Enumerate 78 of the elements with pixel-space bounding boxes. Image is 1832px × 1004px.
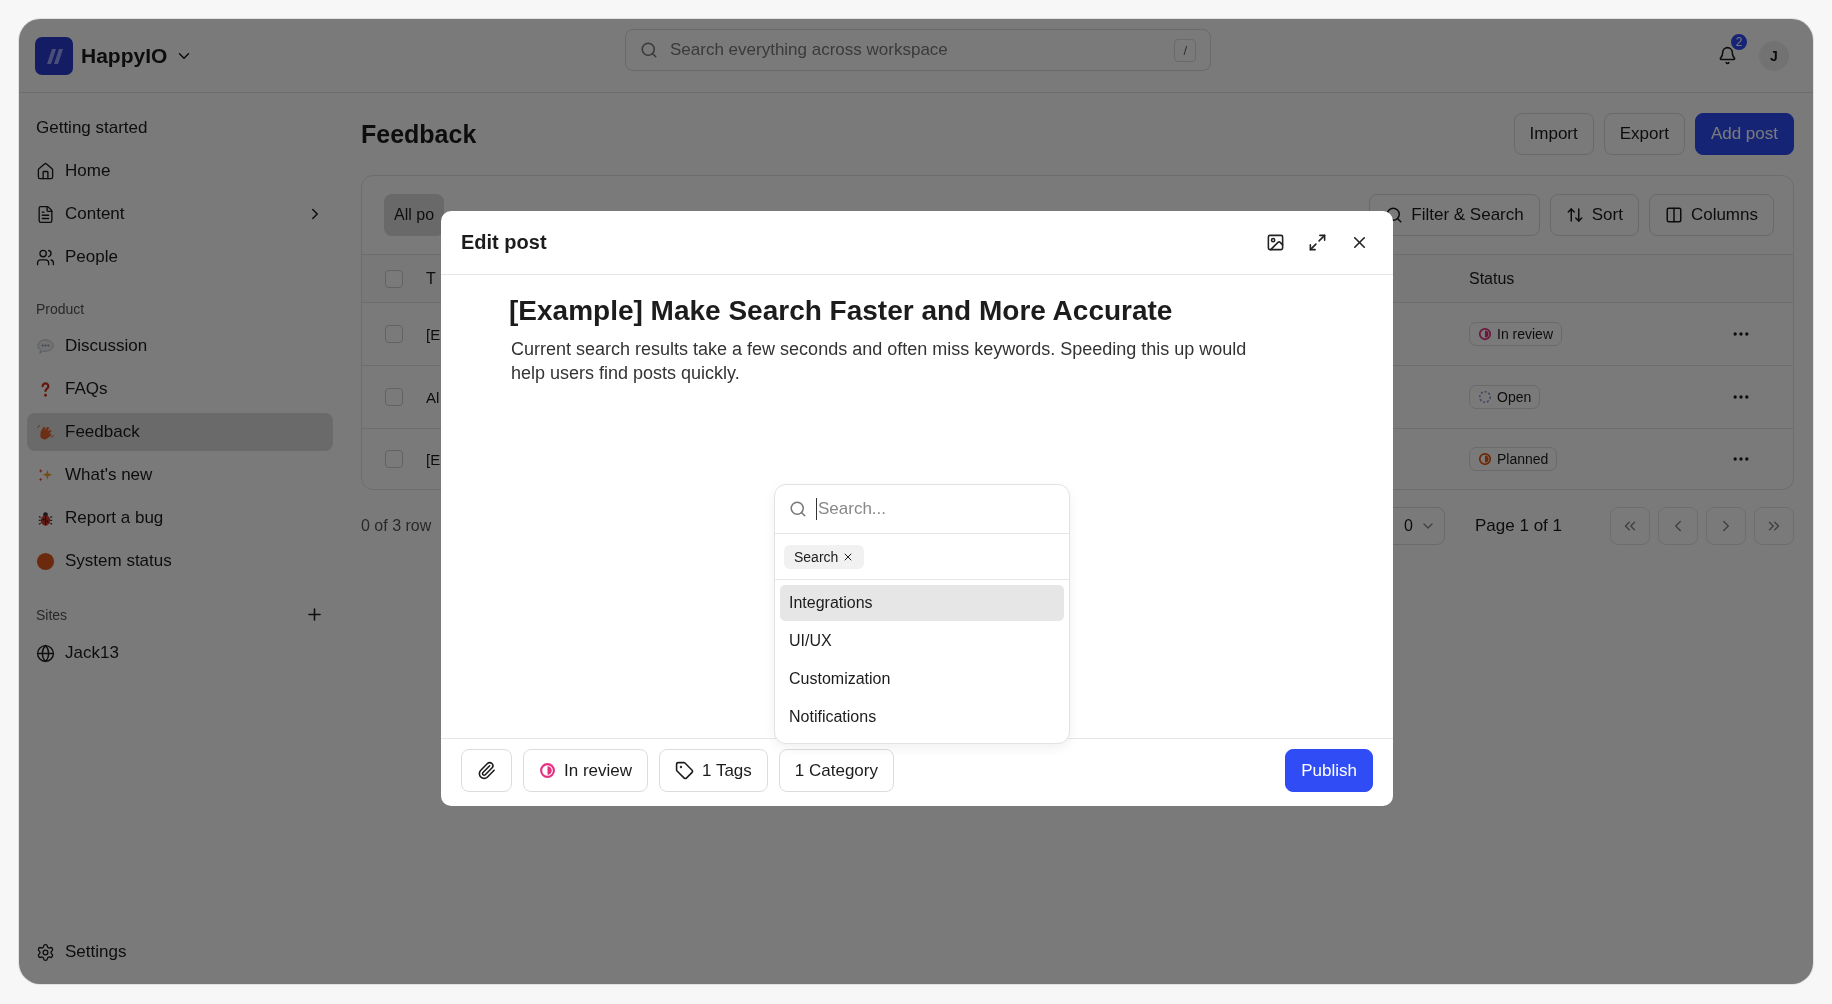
waving-hand-icon [36, 422, 55, 442]
user-avatar[interactable]: J [1759, 40, 1789, 71]
row-count: 0 of 3 row [361, 517, 432, 535]
sidebar-item[interactable]: System status [27, 542, 333, 580]
sidebar-item[interactable]: Content [27, 195, 333, 233]
sidebar-item[interactable]: What's new [27, 456, 333, 494]
sidebar-item[interactable]: Feedback [27, 413, 333, 451]
globe-icon [36, 643, 55, 663]
sidebar-item[interactable]: Report a bug [27, 499, 333, 537]
dropdown-option[interactable]: Notifications [780, 699, 1064, 735]
expand-icon [1308, 233, 1327, 252]
settings-icon [36, 942, 55, 962]
sidebar-item[interactable]: Getting started [27, 109, 333, 147]
status-badge: Open [1469, 385, 1541, 409]
page-indicator: Page 1 of 1 [1475, 516, 1562, 536]
column-header: Status [1469, 269, 1516, 288]
action-button[interactable]: Export [1603, 113, 1685, 155]
page-title: Feedback [361, 119, 477, 149]
tab[interactable]: All po [384, 194, 445, 236]
checkbox[interactable] [385, 269, 403, 288]
status-badge: Planned [1469, 447, 1558, 471]
post-body[interactable]: Current search results take a few seconds and often miss keywords. Speeding this up would help users find posts quickly. [511, 337, 1271, 385]
search-icon [1385, 206, 1404, 224]
document-icon [36, 204, 55, 224]
speech-bubble-icon [36, 336, 55, 356]
people-icon [36, 247, 55, 267]
dialog-title: Edit post [461, 231, 548, 254]
selected-chip[interactable]: Search [784, 544, 865, 569]
sidebar-item[interactable]: Settings [27, 933, 333, 971]
status-dot-icon [36, 551, 55, 571]
logo-icon [35, 36, 73, 75]
status-icon [1478, 390, 1492, 404]
action-button[interactable]: Import [1513, 113, 1594, 155]
notification-bell-icon[interactable] [1718, 46, 1737, 65]
dropdown-option[interactable]: UI/UX [780, 623, 1064, 659]
post-title[interactable]: [Example] Make Search Faster and More Accurate [509, 295, 1325, 327]
section-title: Product [36, 301, 85, 317]
checkbox[interactable] [385, 450, 403, 468]
category-button[interactable]: 1 Category [778, 749, 894, 792]
sidebar-item[interactable]: Jack13 [27, 634, 333, 672]
dropdown-option[interactable]: Customization [780, 661, 1064, 697]
columns-icon [1664, 206, 1683, 224]
status-button[interactable]: In review [523, 749, 649, 792]
dropdown-option[interactable]: Integrations [780, 585, 1064, 621]
tag-icon [675, 761, 695, 780]
table-cell-text: Al [426, 388, 441, 406]
add-icon[interactable] [305, 605, 324, 624]
image-icon [1266, 233, 1285, 252]
table-cell-text: [E [426, 325, 442, 343]
attach-button[interactable] [461, 749, 512, 792]
search-icon [640, 41, 658, 59]
checkbox[interactable] [385, 388, 403, 406]
toolbar-button[interactable]: Filter & Search [1369, 194, 1540, 236]
status-icon [1478, 327, 1492, 341]
status-icon [539, 762, 556, 779]
search-icon [789, 500, 807, 518]
table-cell-text: [E [426, 450, 442, 468]
sidebar-item[interactable]: Discussion [27, 327, 333, 365]
tags-button[interactable]: 1 Tags [659, 749, 768, 792]
sidebar-item[interactable]: FAQs [27, 370, 333, 408]
status-badge: In review [1469, 322, 1563, 346]
search-field[interactable]: Search everything across workspace / [625, 29, 1211, 71]
column-header: T [426, 269, 437, 288]
sidebar-item[interactable]: People [27, 238, 333, 276]
checkbox[interactable] [385, 325, 403, 343]
toolbar-button[interactable]: Columns [1648, 194, 1774, 236]
paperclip-icon [477, 761, 496, 780]
section-title: Sites [36, 606, 68, 623]
home-icon [36, 161, 55, 181]
status-icon [1478, 452, 1492, 466]
publish-button[interactable]: Publish [1285, 749, 1373, 792]
action-button[interactable]: Add post [1694, 113, 1794, 155]
notification-count: 2 [1729, 32, 1749, 52]
toolbar-button[interactable]: Sort [1549, 194, 1639, 236]
sort-icon [1565, 206, 1584, 224]
workspace-name[interactable]: HappyIO [81, 43, 168, 68]
sidebar-item[interactable]: Home [27, 152, 333, 190]
shortcut-key: / [1174, 38, 1196, 62]
